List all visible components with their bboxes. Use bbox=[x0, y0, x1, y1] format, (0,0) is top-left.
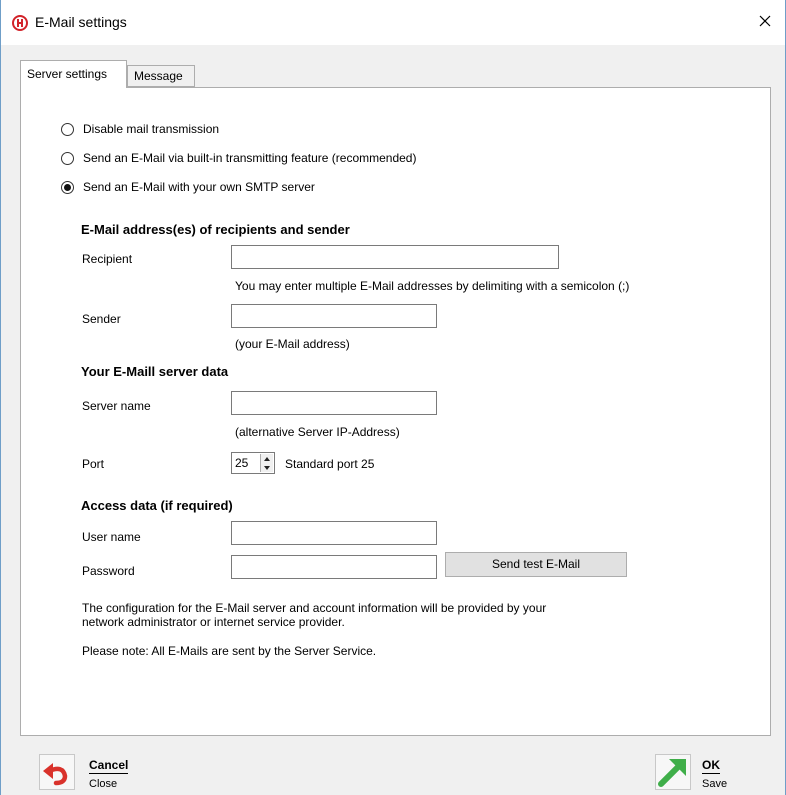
radio-builtin-feature[interactable]: Send an E-Mail via built-in transmitting… bbox=[61, 151, 416, 165]
window-title: E-Mail settings bbox=[35, 14, 127, 30]
server-settings-panel: Disable mail transmission Send an E-Mail… bbox=[20, 87, 771, 736]
send-test-email-button[interactable]: Send test E-Mail bbox=[445, 552, 627, 577]
recipient-hint: You may enter multiple E-Mail addresses … bbox=[235, 279, 630, 293]
radio-disable-mail[interactable]: Disable mail transmission bbox=[61, 122, 219, 136]
port-value[interactable]: 25 bbox=[235, 456, 248, 470]
radio-label: Send an E-Mail with your own SMTP server bbox=[83, 180, 315, 194]
access-heading: Access data (if required) bbox=[81, 498, 233, 513]
recipient-input[interactable] bbox=[231, 245, 559, 269]
diagonal-arrow-icon bbox=[655, 754, 691, 790]
user-name-label: User name bbox=[82, 530, 141, 544]
info-line-1: The configuration for the E-Mail server … bbox=[82, 601, 547, 615]
info-note: Please note: All E-Mails are sent by the… bbox=[82, 644, 377, 658]
app-logo-icon bbox=[12, 15, 28, 31]
undo-arrow-icon bbox=[39, 754, 75, 790]
chevron-up-icon bbox=[264, 456, 270, 461]
info-line-2: network administrator or internet servic… bbox=[82, 615, 345, 629]
decrement-button[interactable] bbox=[261, 463, 273, 472]
addresses-heading: E-Mail address(es) of recipients and sen… bbox=[81, 222, 350, 237]
cancel-label: Cancel bbox=[89, 758, 129, 774]
port-stepper-buttons bbox=[260, 454, 273, 472]
server-name-input[interactable] bbox=[231, 391, 437, 415]
ok-sub-label: Save bbox=[702, 778, 728, 790]
radio-label: Send an E-Mail via built-in transmitting… bbox=[83, 151, 417, 165]
close-icon bbox=[759, 15, 771, 30]
radio-button[interactable] bbox=[61, 122, 74, 136]
ok-label: OK bbox=[702, 758, 720, 774]
server-name-label: Server name bbox=[82, 399, 151, 413]
port-hint: Standard port 25 bbox=[285, 457, 375, 471]
title-bar: E-Mail settings bbox=[1, 0, 785, 45]
server-name-hint: (alternative Server IP-Address) bbox=[235, 425, 400, 439]
radio-label: Disable mail transmission bbox=[83, 122, 220, 136]
close-button[interactable] bbox=[747, 8, 783, 36]
tab-server-settings[interactable]: Server settings bbox=[20, 60, 127, 88]
password-label: Password bbox=[82, 564, 135, 578]
radio-button[interactable] bbox=[61, 151, 74, 165]
recipient-label: Recipient bbox=[82, 252, 133, 266]
port-label: Port bbox=[82, 457, 105, 471]
email-settings-window: E-Mail settings Server settings Message … bbox=[0, 0, 786, 795]
cancel-sub-label: Close bbox=[89, 778, 118, 790]
server-heading: Your E-Maill server data bbox=[81, 364, 229, 379]
chevron-down-icon bbox=[264, 465, 270, 470]
password-input[interactable] bbox=[231, 555, 437, 579]
port-stepper[interactable]: 25 bbox=[231, 452, 275, 474]
sender-input[interactable] bbox=[231, 304, 437, 328]
tab-message[interactable]: Message bbox=[127, 65, 195, 87]
sender-hint: (your E-Mail address) bbox=[235, 337, 350, 351]
user-name-input[interactable] bbox=[231, 521, 437, 545]
radio-button-selected[interactable] bbox=[61, 180, 74, 194]
radio-own-smtp[interactable]: Send an E-Mail with your own SMTP server bbox=[61, 180, 315, 194]
sender-label: Sender bbox=[82, 312, 121, 326]
